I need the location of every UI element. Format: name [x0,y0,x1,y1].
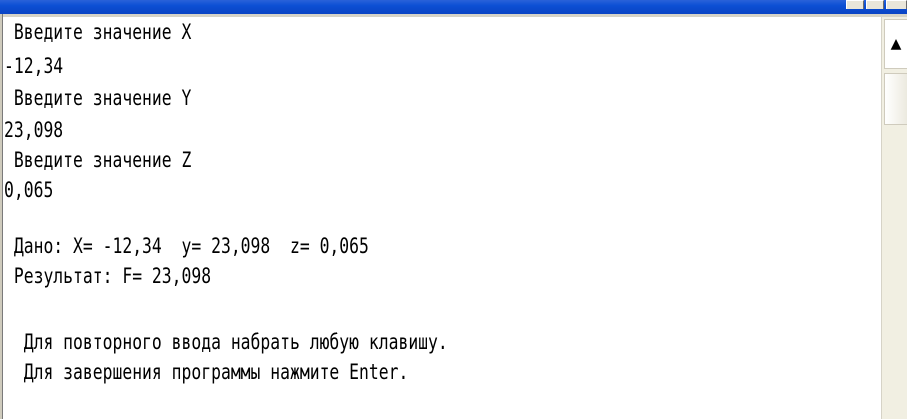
console-line: -12,34 [4,54,64,78]
console-line: Введите значение X [4,20,192,44]
console-output[interactable]: Введите значение X -12,34 Введите значен… [4,17,688,419]
vertical-scrollbar[interactable]: ▲ [881,17,907,419]
console-line: 23,098 [4,118,64,142]
scroll-thumb[interactable] [884,73,907,125]
console-line: Для завершения программы нажмите Enter. [4,360,409,384]
console-line: Введите значение Y [4,86,192,110]
console-line: Дано: X= -12,34 y= 23,098 z= 0,065 [4,234,369,258]
scroll-up-arrow-icon[interactable]: ▲ [884,19,907,69]
maximize-button[interactable] [866,0,884,9]
minimize-button[interactable] [846,0,864,9]
console-line: Результат: F= 23,098 [4,264,212,288]
console-line: Введите значение Z [4,148,192,172]
title-bar[interactable] [0,0,907,15]
console-line: 0,065 [4,178,54,202]
console-line: Для повторного ввода набрать любую клави… [4,330,448,354]
window-frame-left [0,14,3,419]
close-button[interactable] [886,0,907,9]
console-window: Введите значение X -12,34 Введите значен… [0,0,907,419]
